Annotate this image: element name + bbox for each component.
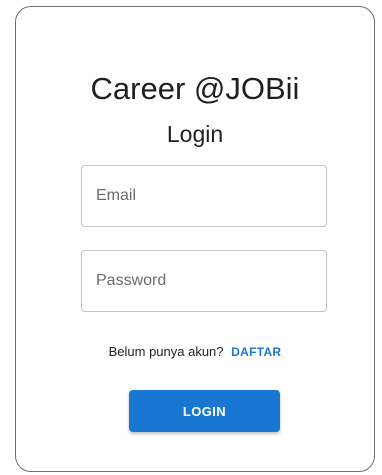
password-input[interactable] (82, 251, 326, 311)
signup-row: Belum punya akun? DAFTAR (16, 343, 374, 361)
login-button[interactable]: LOGIN (129, 390, 280, 432)
login-card: Career @JOBii Login Belum punya akun? DA… (15, 6, 375, 472)
password-field[interactable] (81, 250, 327, 312)
signup-prompt: Belum punya akun? (108, 344, 224, 359)
page-title: Career @JOBii (90, 71, 300, 106)
email-input[interactable] (82, 166, 326, 226)
signup-link[interactable]: DAFTAR (231, 345, 281, 359)
page-subtitle: Login (166, 121, 224, 147)
email-field[interactable] (81, 165, 327, 227)
